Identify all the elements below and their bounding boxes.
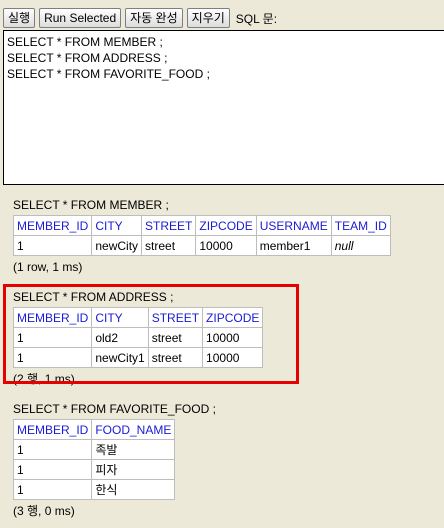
- table-cell: 1: [12, 479, 93, 500]
- result-query: SELECT * FROM MEMBER ;: [13, 198, 169, 212]
- table-cell: 한식: [91, 479, 176, 500]
- table-header-row: MEMBER_ID FOOD_NAME: [12, 419, 176, 440]
- table-row: 1 newCity street 10000 member1 null: [12, 235, 391, 256]
- run-selected-button[interactable]: Run Selected: [39, 8, 122, 28]
- result-table-member: MEMBER_ID CITY STREET ZIPCODE USERNAME T…: [12, 215, 391, 256]
- table-row: 1 족발: [12, 439, 176, 460]
- result-member: SELECT * FROM MEMBER ; MEMBER_ID CITY ST…: [12, 197, 391, 275]
- autocomplete-button[interactable]: 자동 완성: [125, 8, 183, 28]
- table-cell: 피자: [91, 459, 176, 480]
- table-cell: 1: [12, 439, 93, 460]
- result-meta: (3 행, 0 ms): [13, 504, 75, 518]
- sql-editor[interactable]: SELECT * FROM MEMBER ; SELECT * FROM ADD…: [3, 30, 444, 185]
- table-cell: newCity: [91, 235, 143, 256]
- table-cell: 족발: [91, 439, 176, 460]
- result-query: SELECT * FROM FAVORITE_FOOD ;: [13, 402, 216, 416]
- column-header: STREET: [141, 215, 197, 236]
- result-favorite-food: SELECT * FROM FAVORITE_FOOD ; MEMBER_ID …: [12, 401, 216, 519]
- column-header: ZIPCODE: [195, 215, 257, 236]
- result-table-favorite-food: MEMBER_ID FOOD_NAME 1 족발 1 피자 1 한식: [12, 419, 176, 500]
- table-cell: 1: [12, 235, 93, 256]
- table-cell: 10000: [195, 235, 257, 256]
- toolbar: 실행 Run Selected 자동 완성 지우기 SQL 문:: [3, 6, 277, 30]
- table-cell: member1: [255, 235, 332, 256]
- column-header: MEMBER_ID: [12, 419, 93, 440]
- column-header: USERNAME: [255, 215, 332, 236]
- table-cell-null: null: [330, 235, 391, 256]
- table-row: 1 피자: [12, 459, 176, 480]
- column-header: MEMBER_ID: [12, 215, 93, 236]
- run-button[interactable]: 실행: [3, 8, 36, 28]
- table-cell: 1: [12, 459, 93, 480]
- column-header: CITY: [91, 215, 143, 236]
- column-header: FOOD_NAME: [91, 419, 176, 440]
- column-header: TEAM_ID: [330, 215, 391, 236]
- table-row: 1 한식: [12, 479, 176, 500]
- result-meta: (1 row, 1 ms): [13, 260, 83, 274]
- clear-button[interactable]: 지우기: [186, 8, 230, 28]
- highlight-box: [3, 284, 299, 384]
- table-cell: street: [141, 235, 197, 256]
- table-header-row: MEMBER_ID CITY STREET ZIPCODE USERNAME T…: [12, 215, 391, 236]
- sql-statement-label: SQL 문:: [235, 11, 278, 26]
